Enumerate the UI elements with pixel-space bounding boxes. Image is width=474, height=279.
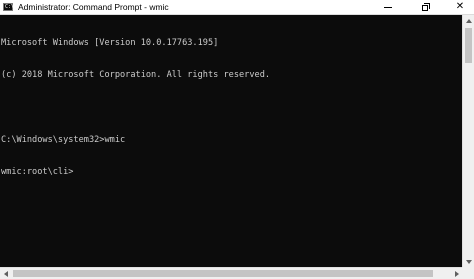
command-prompt-window: C:\ Administrator: Command Prompt - wmic… bbox=[0, 0, 474, 279]
console-output[interactable]: Microsoft Windows [Version 10.0.17763.19… bbox=[0, 15, 462, 267]
restore-button[interactable] bbox=[412, 0, 440, 14]
scrollbar-corner bbox=[462, 267, 474, 279]
chevron-up-icon bbox=[465, 18, 472, 23]
vertical-scrollbar[interactable] bbox=[462, 15, 474, 267]
minimize-button[interactable] bbox=[374, 0, 402, 14]
scroll-right-button[interactable] bbox=[451, 268, 462, 279]
minimize-icon bbox=[384, 6, 392, 8]
horizontal-scrollbar[interactable] bbox=[0, 267, 462, 279]
cmd-icon-glyph: C:\ bbox=[5, 4, 15, 10]
title-bar[interactable]: C:\ Administrator: Command Prompt - wmic… bbox=[0, 0, 474, 15]
horizontal-scroll-thumb[interactable] bbox=[13, 270, 433, 277]
scroll-down-button[interactable] bbox=[463, 256, 474, 267]
console-prompt-line[interactable]: wmic:root\cli> bbox=[1, 167, 462, 178]
console-line: (c) 2018 Microsoft Corporation. All righ… bbox=[1, 69, 271, 80]
window-title: Administrator: Command Prompt - wmic bbox=[18, 2, 169, 12]
restore-icon bbox=[421, 2, 431, 12]
chevron-right-icon bbox=[454, 270, 459, 277]
close-button[interactable]: ✕ bbox=[446, 0, 474, 14]
close-icon: ✕ bbox=[455, 1, 465, 12]
cmd-icon[interactable]: C:\ bbox=[3, 3, 15, 11]
chevron-left-icon bbox=[3, 270, 8, 277]
chevron-down-icon bbox=[465, 259, 472, 264]
scroll-up-button[interactable] bbox=[463, 15, 474, 26]
vertical-scroll-thumb[interactable] bbox=[465, 28, 472, 63]
console-line: Microsoft Windows [Version 10.0.17763.19… bbox=[1, 37, 219, 48]
scroll-left-button[interactable] bbox=[0, 268, 11, 279]
console-line: C:\Windows\system32>wmic bbox=[1, 134, 126, 145]
